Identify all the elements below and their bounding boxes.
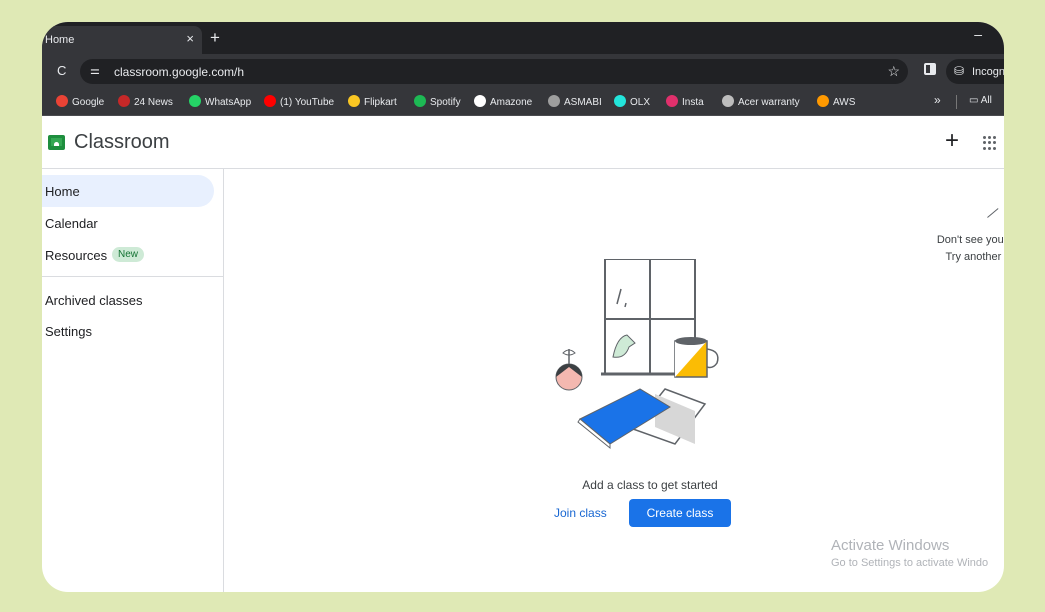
- bookmark-olx[interactable]: OLX: [614, 95, 650, 108]
- app-title[interactable]: Classroom: [74, 131, 170, 154]
- aws-icon: [817, 95, 829, 107]
- address-row: C ⚌ classroom.google.com/h ☆ ⛁ Incogn: [42, 54, 1004, 88]
- pointer-arrow-icon: [987, 208, 1004, 228]
- add-class-icon[interactable]: +: [945, 127, 959, 155]
- sidebar-item-label: Resources: [45, 248, 108, 263]
- reload-icon[interactable]: C: [57, 63, 66, 78]
- tab-title: Home: [45, 34, 75, 46]
- all-bookmarks-button[interactable]: ▭ All: [969, 95, 992, 106]
- bookmark-acer-warranty[interactable]: Acer warranty: [722, 95, 800, 108]
- olx-icon: [614, 95, 626, 107]
- incognito-profile-button[interactable]: ⛁ Incogn: [946, 59, 1004, 84]
- side-panel-icon[interactable]: [924, 63, 936, 75]
- youtube-icon: [264, 95, 276, 107]
- flipkart-icon: [348, 95, 360, 107]
- whatsapp-icon: [189, 95, 201, 107]
- main-content: Don't see your c Try another ac: [225, 169, 1004, 592]
- activate-windows-title: Activate Windows: [831, 537, 950, 554]
- sidebar-item-label: Settings: [45, 324, 92, 339]
- bookmark-google[interactable]: Google: [56, 95, 104, 108]
- sidebar-item-resources[interactable]: Resources New: [42, 239, 214, 271]
- new-tab-icon[interactable]: +: [210, 28, 220, 48]
- app-window: Home × + – C ⚌ classroom.google.com/h ☆ …: [42, 22, 1004, 592]
- acer-icon: [722, 95, 734, 107]
- sidebar-item-label: Archived classes: [45, 293, 143, 308]
- minimize-icon[interactable]: –: [974, 26, 982, 42]
- url-text[interactable]: classroom.google.com/h: [114, 65, 244, 79]
- bookmark-aws[interactable]: AWS: [817, 95, 855, 108]
- amazon-icon: [474, 95, 486, 107]
- bookmark-amazone[interactable]: Amazone: [474, 95, 532, 108]
- bookmarks-bar: Google 24 News WhatsApp (1) YouTube Flip…: [42, 88, 1004, 116]
- join-class-button[interactable]: Join class: [554, 499, 616, 527]
- create-class-button[interactable]: Create class: [629, 499, 731, 527]
- bookmarks-overflow-icon[interactable]: »: [934, 93, 941, 107]
- google-apps-icon[interactable]: [983, 136, 997, 150]
- tab-strip: Home × + –: [42, 22, 1004, 54]
- sidebar-item-settings[interactable]: Settings: [42, 315, 214, 347]
- sidebar-item-home[interactable]: Home: [42, 175, 214, 207]
- bookmark-spotify[interactable]: Spotify: [414, 95, 461, 108]
- folder-icon: ▭: [969, 95, 981, 106]
- sidebar-item-label: Calendar: [45, 216, 98, 231]
- sidebar-item-archived-classes[interactable]: Archived classes: [42, 284, 214, 316]
- bookmark-flipkart[interactable]: Flipkart: [348, 95, 397, 108]
- bookmark-insta[interactable]: Insta: [666, 95, 704, 108]
- asmabi-icon: [548, 95, 560, 107]
- incognito-icon: ⛁: [954, 64, 965, 78]
- profile-label: Incogn: [972, 66, 1004, 78]
- account-hint-line1: Don't see your c: [936, 234, 1004, 246]
- app-header: Classroom +: [42, 116, 1004, 169]
- sidebar-divider: [42, 276, 224, 277]
- spotify-icon: [414, 95, 426, 107]
- site-info-icon[interactable]: ⚌: [90, 64, 104, 78]
- empty-state-prompt: Add a class to get started: [582, 478, 718, 492]
- bookmark-24news[interactable]: 24 News: [118, 95, 173, 108]
- bookmarks-divider: [956, 95, 957, 109]
- empty-state-illustration: [555, 259, 719, 450]
- activate-windows-subtitle: Go to Settings to activate Windo: [831, 557, 989, 569]
- bookmark-asmabi[interactable]: ASMABI: [548, 95, 602, 108]
- sidebar: Home Calendar Resources New Archived cla…: [42, 169, 224, 592]
- sidebar-item-calendar[interactable]: Calendar: [42, 207, 214, 239]
- bookmark-youtube[interactable]: (1) YouTube: [264, 95, 334, 108]
- classroom-logo-icon[interactable]: [48, 135, 65, 150]
- new-badge: New: [112, 247, 145, 262]
- google-icon: [56, 95, 68, 107]
- 24news-icon: [118, 95, 130, 107]
- tab-close-icon[interactable]: ×: [186, 31, 194, 46]
- address-bar[interactable]: ⚌ classroom.google.com/h ☆: [80, 59, 908, 84]
- sidebar-item-label: Home: [45, 184, 80, 199]
- bookmark-star-icon[interactable]: ☆: [887, 63, 900, 80]
- browser-tab[interactable]: Home ×: [42, 26, 202, 54]
- bookmark-whatsapp[interactable]: WhatsApp: [189, 95, 251, 108]
- instagram-icon: [666, 95, 678, 107]
- account-hint-line2[interactable]: Try another ac: [945, 251, 1004, 263]
